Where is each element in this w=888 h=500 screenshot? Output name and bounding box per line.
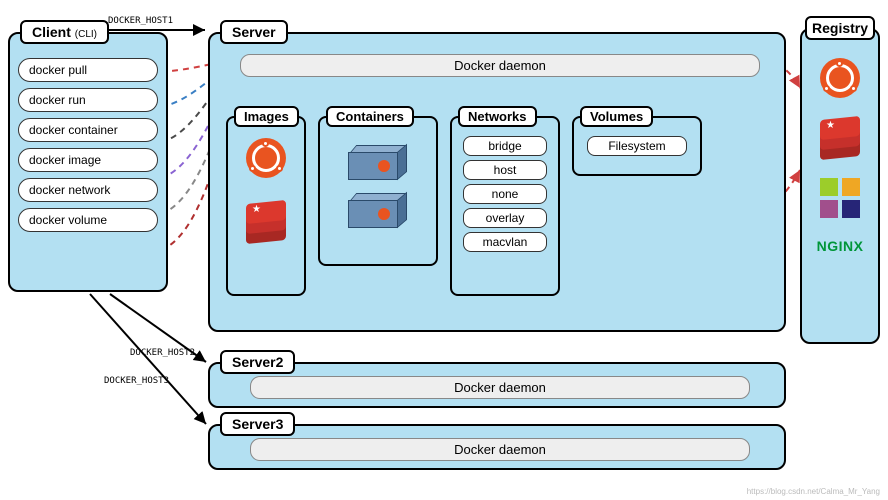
centos-icon bbox=[820, 178, 860, 218]
edge-label-host1: DOCKER_HOST1 bbox=[108, 16, 173, 26]
cmd-docker-run: docker run bbox=[18, 88, 158, 112]
server2-title: Server2 bbox=[220, 350, 295, 374]
volumes-panel: Volumes Filesystem bbox=[572, 116, 702, 176]
server2-panel: Server2 Docker daemon bbox=[208, 362, 786, 408]
nginx-icon: NGINX bbox=[817, 238, 864, 254]
client-title: Client (CLI) bbox=[20, 20, 109, 44]
network-none: none bbox=[463, 184, 548, 204]
client-subtitle: (CLI) bbox=[75, 29, 97, 40]
ubuntu-icon bbox=[246, 138, 286, 178]
cmd-docker-pull: docker pull bbox=[18, 58, 158, 82]
network-overlay: overlay bbox=[463, 208, 548, 228]
server-daemon-bar: Docker daemon bbox=[240, 54, 760, 77]
network-macvlan: macvlan bbox=[463, 232, 548, 252]
client-panel: Client (CLI) docker pull docker run dock… bbox=[8, 32, 168, 292]
networks-title: Networks bbox=[458, 106, 537, 127]
cmd-docker-network: docker network bbox=[18, 178, 158, 202]
server2-daemon-bar: Docker daemon bbox=[250, 376, 750, 399]
redis-icon: ★ bbox=[820, 118, 860, 158]
container-icon bbox=[348, 196, 408, 232]
edge-label-host3: DOCKER_HOST3 bbox=[104, 376, 169, 386]
cmd-docker-container: docker container bbox=[18, 118, 158, 142]
redis-icon: ★ bbox=[246, 202, 286, 242]
network-host: host bbox=[463, 160, 548, 180]
ubuntu-icon bbox=[820, 58, 860, 98]
volumes-title: Volumes bbox=[580, 106, 653, 127]
cmd-docker-image: docker image bbox=[18, 148, 158, 172]
images-panel: Images ★ bbox=[226, 116, 306, 296]
server3-title: Server3 bbox=[220, 412, 295, 436]
container-icon bbox=[348, 148, 408, 184]
containers-panel: Containers bbox=[318, 116, 438, 266]
networks-panel: Networks bridge host none overlay macvla… bbox=[450, 116, 560, 296]
watermark: https://blog.csdn.net/Calma_Mr_Yang bbox=[747, 487, 880, 496]
cmd-docker-volume: docker volume bbox=[18, 208, 158, 232]
registry-panel: Registry ★ NGINX bbox=[800, 28, 880, 344]
containers-title: Containers bbox=[326, 106, 414, 127]
network-bridge: bridge bbox=[463, 136, 548, 156]
client-title-text: Client bbox=[32, 24, 71, 40]
images-title: Images bbox=[234, 106, 299, 127]
server-title: Server bbox=[220, 20, 288, 44]
volume-filesystem: Filesystem bbox=[587, 136, 688, 156]
edge-label-host2: DOCKER_HOST2 bbox=[130, 348, 195, 358]
server3-panel: Server3 Docker daemon bbox=[208, 424, 786, 470]
registry-title: Registry bbox=[805, 16, 875, 40]
server3-daemon-bar: Docker daemon bbox=[250, 438, 750, 461]
